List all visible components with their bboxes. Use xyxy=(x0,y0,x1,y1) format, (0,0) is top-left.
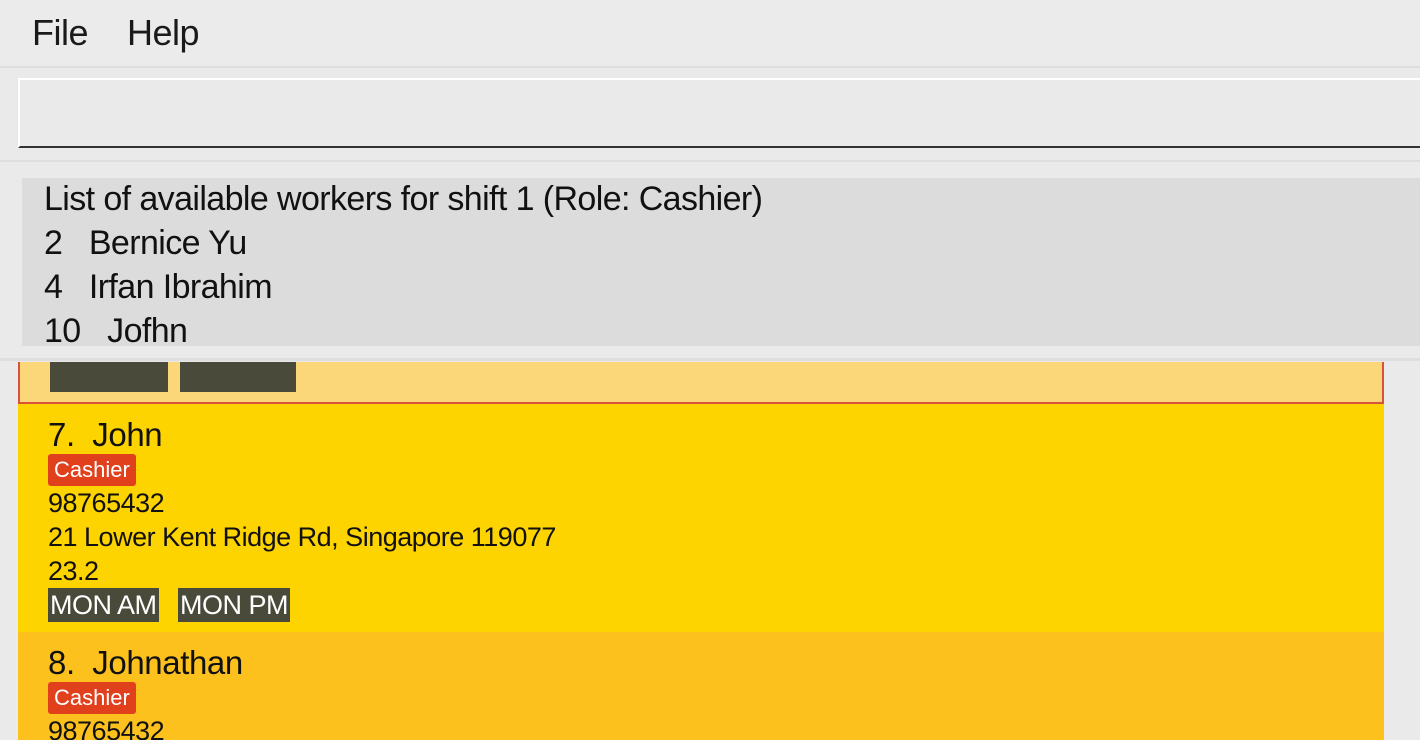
menu-help[interactable]: Help xyxy=(127,12,200,54)
result-worker-row: 10 Jofhn xyxy=(44,312,188,346)
worker-card[interactable]: 7. John Cashier 98765432 21 Lower Kent R… xyxy=(18,404,1384,632)
command-input[interactable] xyxy=(20,80,1420,146)
divider xyxy=(0,358,1420,361)
command-box xyxy=(18,78,1420,148)
worker-name: Irfan Ibrahim xyxy=(88,268,273,306)
pay: 23.2 xyxy=(48,556,99,586)
address: 21 Lower Kent Ridge Rd, Singapore 119077 xyxy=(48,522,556,552)
menu-bar: File Help xyxy=(0,0,1420,68)
result-worker-row: 2 Bernice Yu xyxy=(44,224,247,263)
worker-card[interactable]: 8. Johnathan Cashier 98765432 xyxy=(18,632,1384,740)
result-worker-row: 4 Irfan Ibrahim xyxy=(44,268,273,307)
worker-index: 4 xyxy=(44,268,63,306)
result-header: List of available workers for shift 1 (R… xyxy=(44,180,763,218)
menu-file[interactable]: File xyxy=(32,12,89,54)
result-display: List of available workers for shift 1 (R… xyxy=(22,178,1420,346)
card-name: John xyxy=(92,416,163,453)
role-tag: Cashier xyxy=(48,454,136,486)
worker-index: 10 xyxy=(44,312,81,346)
phone: 98765432 xyxy=(48,716,165,740)
role-tag: Cashier xyxy=(48,682,136,714)
worker-card-title: 7. John xyxy=(48,416,163,454)
worker-card-title: 8. Johnathan xyxy=(48,644,243,682)
worker-card-selected-partial[interactable] xyxy=(18,362,1384,404)
shift-tag: MON AM xyxy=(48,588,159,622)
worker-list[interactable]: 7. John Cashier 98765432 21 Lower Kent R… xyxy=(18,362,1384,740)
card-number: 7. xyxy=(48,416,75,453)
phone: 98765432 xyxy=(48,488,165,518)
divider xyxy=(0,160,1420,162)
card-number: 8. xyxy=(48,644,75,681)
shift-tag: MON PM xyxy=(178,588,290,622)
worker-index: 2 xyxy=(44,224,63,262)
card-name: Johnathan xyxy=(92,644,243,681)
shift-tag xyxy=(50,362,168,392)
worker-name: Jofhn xyxy=(107,312,188,346)
shift-tag xyxy=(180,362,296,392)
worker-name: Bernice Yu xyxy=(88,224,247,262)
